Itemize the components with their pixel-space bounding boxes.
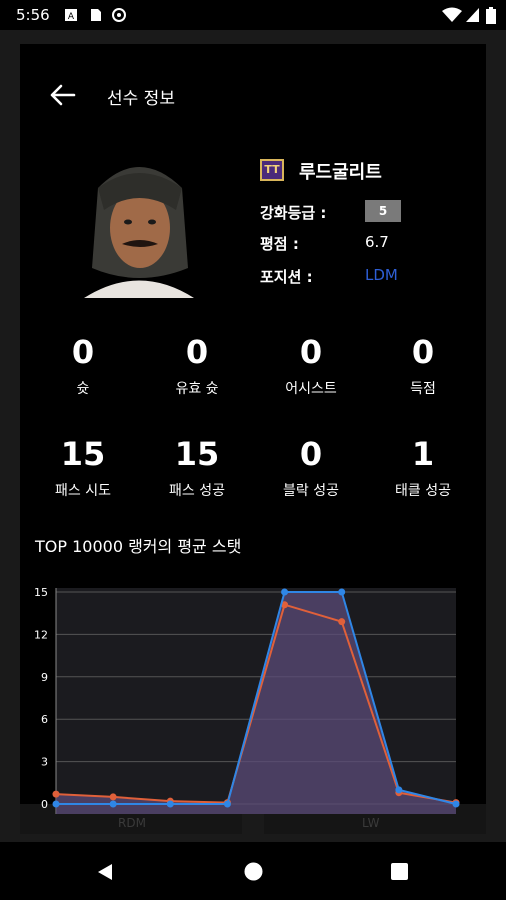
nav-recents-icon[interactable] [391, 863, 408, 880]
position-value: LDM [365, 266, 398, 284]
stat-label: 슛 [76, 381, 90, 397]
player-info-dialog: 선수 정보 TT 루드굴리트 강화등급 : 5 평점 : 6.7 포지션 : L… [20, 44, 486, 814]
grade-label: 강화등급 : [260, 204, 327, 222]
svg-text:A: A [68, 12, 75, 22]
signal-icon [466, 8, 479, 22]
stat-label: 블락 성공 [283, 483, 339, 499]
stat-pass-success: 15 패스 성공 [142, 436, 252, 500]
stat-shots: 0 슛 [28, 334, 138, 398]
notification-app-icon: A [65, 9, 77, 22]
stat-value: 15 [174, 435, 220, 473]
stat-value: 1 [411, 435, 435, 473]
data-point-ranker [109, 793, 117, 801]
y-tick-label: 15 [34, 586, 48, 599]
data-point-player [452, 800, 460, 808]
rating-value: 6.7 [365, 233, 389, 251]
card-type-badge: TT [260, 159, 284, 181]
stat-value: 0 [71, 333, 95, 371]
data-point-player [281, 588, 289, 596]
data-point-player [52, 800, 60, 808]
grade-badge: 5 [365, 200, 401, 222]
wifi-icon [442, 7, 462, 22]
stat-pass-attempts: 15 패스 시도 [28, 436, 138, 500]
stat-value: 0 [299, 333, 323, 371]
vpn-icon [112, 8, 126, 22]
stat-label: 어시스트 [285, 381, 337, 397]
data-point-player [395, 786, 403, 794]
stat-label: 패스 성공 [169, 483, 225, 499]
stat-assists: 0 어시스트 [256, 334, 366, 398]
position-label: 포지션 : [260, 268, 313, 286]
back-arrow-icon[interactable] [50, 84, 76, 106]
stat-label: 패스 시도 [55, 483, 111, 499]
data-point-ranker [338, 618, 346, 626]
nav-back-icon[interactable] [97, 863, 113, 881]
y-tick-label: 9 [41, 671, 48, 684]
y-tick-label: 12 [34, 628, 48, 641]
stat-tackle-success: 1 태클 성공 [368, 436, 478, 500]
navigation-bar [0, 842, 506, 900]
status-bar: 5:56 A [0, 0, 506, 30]
stat-value: 0 [299, 435, 323, 473]
nav-home-icon[interactable] [244, 862, 263, 881]
y-tick-label: 3 [41, 756, 48, 769]
battery-icon [486, 7, 496, 24]
stat-value: 0 [185, 333, 209, 371]
chart-title: TOP 10000 랭커의 평균 스탯 [35, 537, 242, 556]
stat-label: 태클 성공 [395, 483, 451, 499]
background-right-label: LW [362, 816, 380, 830]
data-point-ranker [52, 790, 60, 798]
stat-block-success: 0 블락 성공 [256, 436, 366, 500]
stat-goals: 0 득점 [368, 334, 478, 398]
status-time: 5:56 [16, 6, 50, 24]
stat-label: 유효 슛 [175, 381, 219, 397]
data-point-player [166, 800, 174, 808]
data-point-player [109, 800, 117, 808]
player-name: 루드굴리트 [299, 162, 382, 183]
stat-value: 15 [60, 435, 106, 473]
background-left-label: RDM [118, 816, 146, 830]
sd-card-icon [91, 9, 101, 21]
y-tick-label: 0 [41, 798, 48, 811]
stat-label: 득점 [410, 381, 436, 397]
rating-label: 평점 : [260, 235, 299, 253]
y-tick-label: 6 [41, 713, 48, 726]
stat-shots-on-target: 0 유효 슛 [142, 334, 252, 398]
dialog-title: 선수 정보 [107, 89, 175, 109]
data-point-player [338, 588, 346, 596]
data-point-player [223, 800, 231, 808]
stat-value: 0 [411, 333, 435, 371]
player-photo [64, 148, 214, 298]
ranker-average-chart: 03691215슈팅유효슈팅어시스트골패스시도패스성공태클블락RankerPla… [34, 586, 460, 814]
